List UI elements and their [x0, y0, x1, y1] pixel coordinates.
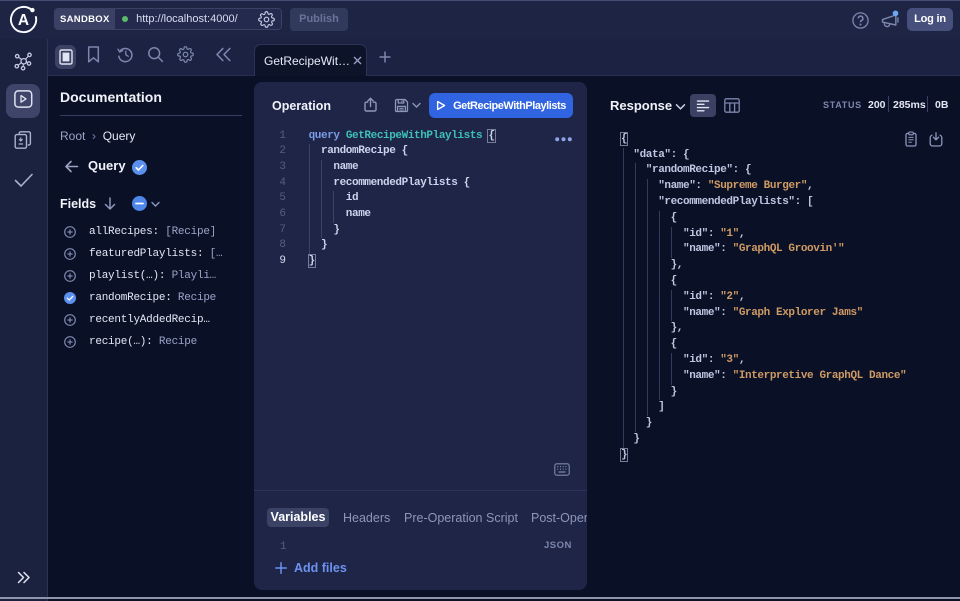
svg-text:A: A	[18, 12, 29, 29]
